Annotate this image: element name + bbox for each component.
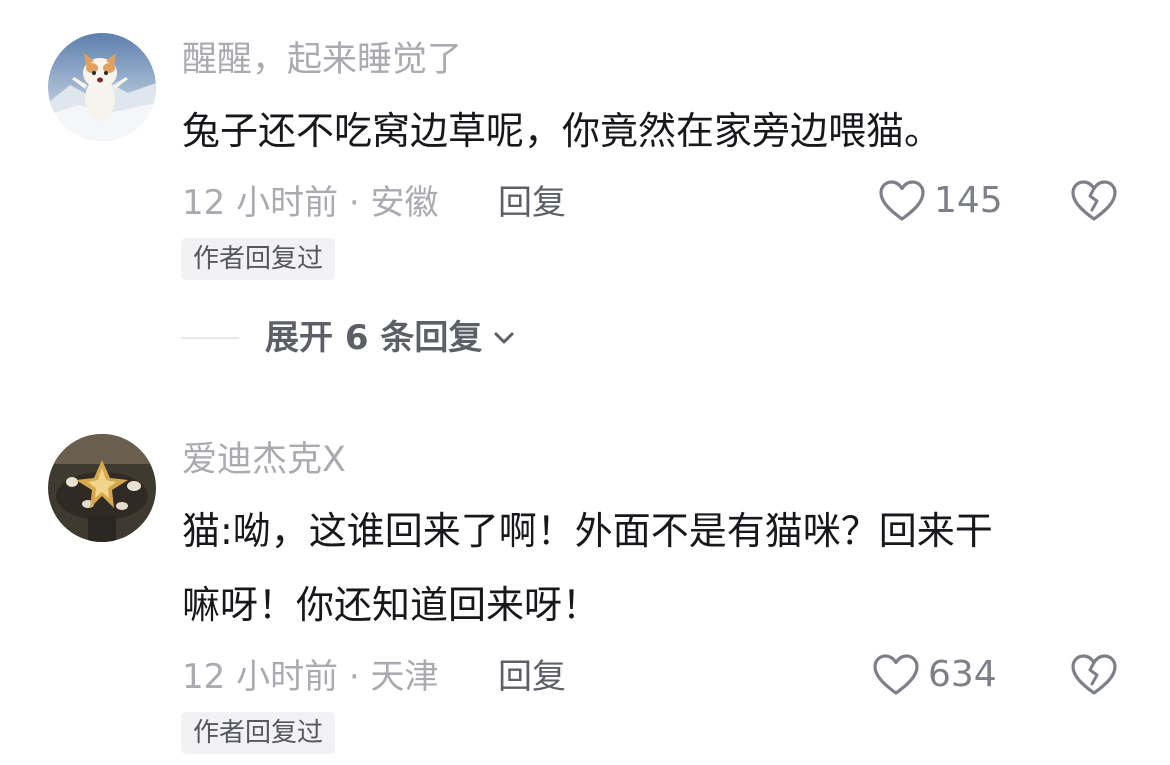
author-replied-badge: 作者回复过 xyxy=(181,712,336,754)
comment-text: 兔子还不吃窝边草呢，你竟然在家旁边喂猫。 xyxy=(182,109,943,153)
like-button[interactable]: 634 xyxy=(872,653,997,697)
username[interactable]: 醒醒，起来睡觉了 xyxy=(182,38,462,82)
dislike-button[interactable] xyxy=(1070,653,1118,701)
like-count: 145 xyxy=(934,180,1003,221)
expand-replies-button[interactable]: 展开 6 条回复 xyxy=(181,316,516,360)
comment-text: 猫:呦，这谁回来了啊！外面不是有猫咪？回来干 嘛呀！你还知道回来呀！ xyxy=(182,509,993,627)
reply-button[interactable]: 回复 xyxy=(498,655,566,699)
expand-replies-label: 展开 6 条回复 xyxy=(265,318,483,358)
reply-button[interactable]: 回复 xyxy=(498,181,566,225)
dislike-button[interactable] xyxy=(1070,179,1118,227)
comment-list: 醒醒，起来睡觉了 兔子还不吃窝边草呢，你竟然在家旁边喂猫。 12 小时前 · 安… xyxy=(0,0,1170,765)
heart-outline-icon xyxy=(873,654,919,695)
divider-line xyxy=(181,337,239,339)
broken-heart-icon xyxy=(1071,654,1117,695)
chevron-down-icon xyxy=(494,332,514,344)
cat-avatar-image xyxy=(48,33,156,141)
comment-meta: 12 小时前 · 安徽 xyxy=(182,183,439,223)
heart-outline-icon xyxy=(879,180,925,221)
avatar[interactable] xyxy=(48,33,156,141)
author-replied-badge: 作者回复过 xyxy=(181,238,336,280)
like-button[interactable]: 145 xyxy=(878,179,1003,223)
like-count: 634 xyxy=(928,654,997,695)
comment-meta: 12 小时前 · 天津 xyxy=(182,657,439,697)
avatar[interactable] xyxy=(48,434,156,542)
flower-avatar-image xyxy=(48,434,156,542)
broken-heart-icon xyxy=(1071,180,1117,221)
username[interactable]: 爱迪杰克X xyxy=(182,438,346,482)
